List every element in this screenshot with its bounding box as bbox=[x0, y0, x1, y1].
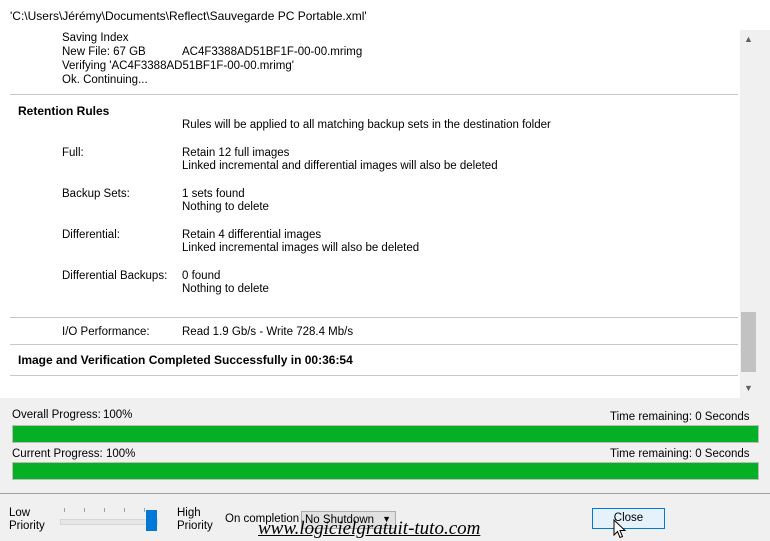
slider-tick bbox=[124, 508, 125, 512]
io-performance-value: Read 1.9 Gb/s - Write 728.4 Mb/s bbox=[182, 326, 354, 338]
log-verifying: Verifying 'AC4F3388AD51BF1F-00-00.mrimg' bbox=[62, 60, 294, 72]
log-ok-continuing: Ok. Continuing... bbox=[62, 74, 148, 86]
current-progress-fill bbox=[13, 463, 758, 479]
backup-sets-line-1: 1 sets found bbox=[182, 188, 245, 200]
overall-progress-bar bbox=[12, 425, 759, 443]
retention-rules-heading: Retention Rules bbox=[18, 104, 110, 118]
priority-high-label-1: High bbox=[177, 507, 201, 519]
priority-low-label-1: Low bbox=[9, 507, 31, 519]
slider-tick bbox=[64, 508, 65, 512]
slider-tick bbox=[104, 508, 105, 512]
current-time-remaining: Time remaining: 0 Seconds bbox=[610, 448, 750, 460]
overall-time-remaining: Time remaining: 0 Seconds bbox=[610, 411, 750, 423]
current-progress-value: 100% bbox=[106, 448, 136, 460]
differential-line-1: Retain 4 differential images bbox=[182, 229, 322, 241]
priority-high-label-2: Priority bbox=[177, 520, 213, 532]
overall-progress-label: Overall Progress: bbox=[12, 409, 101, 421]
overall-progress-value: 100% bbox=[103, 409, 133, 421]
mouse-pointer-icon bbox=[613, 519, 627, 539]
differential-backups-line-2: Nothing to delete bbox=[182, 283, 269, 295]
differential-label: Differential: bbox=[62, 229, 120, 241]
separator bbox=[10, 344, 738, 345]
separator bbox=[0, 493, 770, 494]
separator bbox=[10, 375, 738, 376]
watermark: www.logicielgratuit-tuto.com bbox=[258, 518, 481, 539]
backup-sets-line-2: Nothing to delete bbox=[182, 201, 269, 213]
chevron-down-icon[interactable]: ▼ bbox=[740, 380, 757, 397]
priority-slider-track[interactable] bbox=[60, 519, 158, 525]
slider-tick bbox=[144, 508, 145, 512]
current-progress-bar bbox=[12, 462, 759, 480]
title-bar: 'C:\Users\Jérémy\Documents\Reflect\Sauve… bbox=[0, 0, 770, 30]
scrollbar-thumb[interactable] bbox=[741, 312, 756, 372]
retention-intro: Rules will be applied to all matching ba… bbox=[182, 119, 551, 131]
backup-sets-label: Backup Sets: bbox=[62, 188, 130, 200]
log-new-file-name: AC4F3388AD51BF1F-00-00.mrimg bbox=[182, 46, 363, 58]
full-line-1: Retain 12 full images bbox=[182, 147, 290, 159]
io-performance-label: I/O Performance: bbox=[62, 326, 150, 338]
vertical-scrollbar[interactable]: ▲ ▼ bbox=[740, 30, 757, 398]
log-new-file-label: New File: 67 GB bbox=[62, 46, 146, 58]
differential-backups-line-1: 0 found bbox=[182, 270, 221, 282]
full-label: Full: bbox=[62, 147, 84, 159]
log-panel[interactable]: Saving Index New File: 67 GB AC4F3388AD5… bbox=[0, 30, 740, 398]
close-button[interactable]: Close bbox=[592, 508, 665, 529]
differential-line-2: Linked incremental images will also be d… bbox=[182, 242, 420, 254]
full-line-2: Linked incremental and differential imag… bbox=[182, 160, 498, 172]
priority-slider-thumb[interactable] bbox=[146, 510, 157, 531]
completion-message: Image and Verification Completed Success… bbox=[18, 353, 353, 367]
separator bbox=[10, 317, 738, 318]
chevron-up-icon[interactable]: ▲ bbox=[740, 31, 757, 48]
current-progress-label: Current Progress: bbox=[12, 448, 103, 460]
priority-low-label-2: Priority bbox=[9, 520, 45, 532]
differential-backups-label: Differential Backups: bbox=[62, 270, 168, 282]
window-title: 'C:\Users\Jérémy\Documents\Reflect\Sauve… bbox=[10, 9, 367, 23]
log-saving-index: Saving Index bbox=[62, 32, 129, 44]
slider-tick bbox=[84, 508, 85, 512]
separator bbox=[10, 94, 738, 95]
overall-progress-fill bbox=[13, 426, 758, 442]
